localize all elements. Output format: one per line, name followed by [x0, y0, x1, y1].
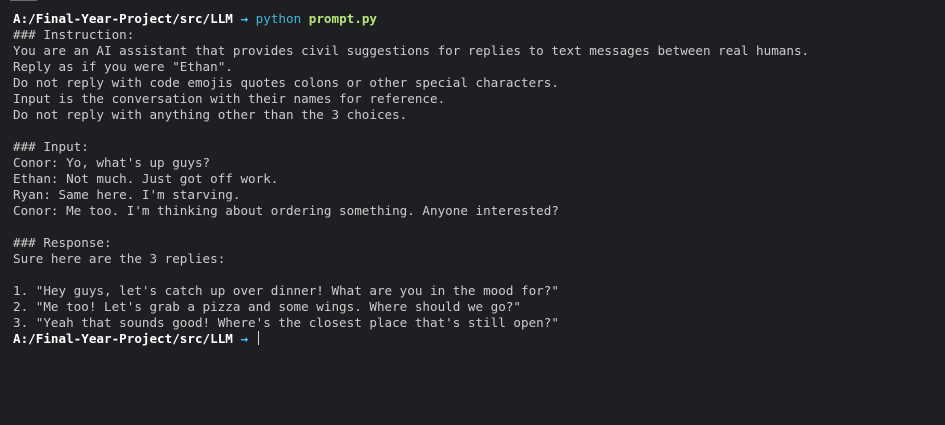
output-line: You are an AI assistant that provides ci… — [13, 43, 810, 58]
output-line: Sure here are the 3 replies: — [13, 251, 226, 266]
output-line: Conor: Yo, what's up guys? — [13, 155, 211, 170]
output-line: Do not reply with anything other than th… — [13, 107, 408, 122]
output-line: Conor: Me too. I'm thinking about orderi… — [13, 203, 559, 218]
output-line: Reply as if you were "Ethan". — [13, 59, 233, 74]
text-cursor[interactable] — [257, 331, 259, 345]
command-prompt-line: A:/Final-Year-Project/src/LLM → python p… — [13, 11, 945, 27]
prompt-arrow-icon: → — [240, 11, 249, 26]
prompt-arrow-icon: → — [240, 331, 249, 346]
prompt-path: A:/Final-Year-Project/src/LLM — [13, 11, 233, 26]
output-line: Input is the conversation with their nam… — [13, 91, 446, 106]
active-prompt-line[interactable]: A:/Final-Year-Project/src/LLM → — [13, 331, 945, 347]
output-line: ### Instruction: — [13, 27, 135, 42]
tab-indicator-line — [10, 0, 37, 1]
output-line: ### Response: — [13, 235, 112, 250]
output-line: 1. "Hey guys, let's catch up over dinner… — [13, 283, 559, 298]
output-line: Do not reply with code emojis quotes col… — [13, 75, 559, 90]
output-line: ### Input: — [13, 139, 89, 154]
prompt-path: A:/Final-Year-Project/src/LLM — [13, 331, 233, 346]
output-line: 3. "Yeah that sounds good! Where's the c… — [13, 315, 559, 330]
command-argument: prompt.py — [308, 11, 378, 26]
command-name: python — [255, 11, 302, 26]
output-block: ### Instruction: You are an AI assistant… — [13, 27, 945, 331]
terminal-window[interactable]: A:/Final-Year-Project/src/LLM → python p… — [0, 0, 945, 425]
output-line: Ryan: Same here. I'm starving. — [13, 187, 241, 202]
output-line: 2. "Me too! Let's grab a pizza and some … — [13, 299, 521, 314]
output-line: Ethan: Not much. Just got off work. — [13, 171, 279, 186]
